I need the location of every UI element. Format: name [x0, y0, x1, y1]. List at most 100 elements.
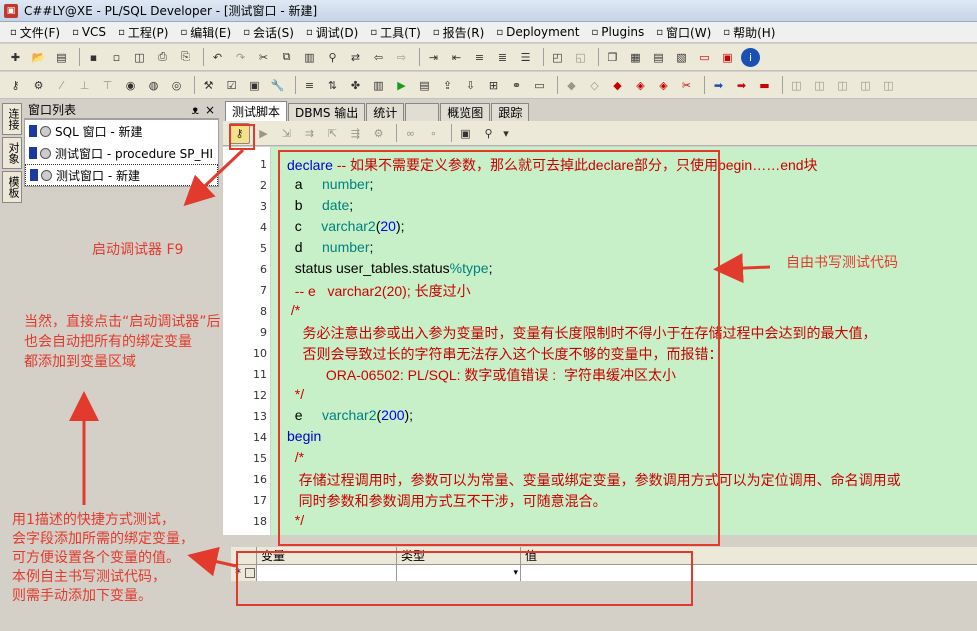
list-icon[interactable]: ≡: [300, 76, 319, 95]
find-icon[interactable]: ⚲: [323, 48, 342, 67]
paste-icon[interactable]: ▥: [300, 48, 319, 67]
step-into-icon[interactable]: ⇲: [277, 124, 296, 143]
menu-item-2[interactable]: ▫ 工程(P): [112, 22, 174, 43]
sort-icon[interactable]: ⇅: [323, 76, 342, 95]
import-icon[interactable]: ⇩: [461, 76, 480, 95]
menu-item-10[interactable]: ▫ 窗口(W): [650, 22, 717, 43]
layout2-icon[interactable]: ◫: [810, 76, 829, 95]
menu-item-1[interactable]: ▫ VCS: [66, 22, 112, 43]
save-as-icon[interactable]: ▫: [107, 48, 126, 67]
run-icon[interactable]: ▶: [392, 76, 411, 95]
key-icon[interactable]: ⚷: [6, 76, 25, 95]
menu-item-5[interactable]: ▫ 调试(D): [300, 22, 364, 43]
puzzle-icon[interactable]: ✤: [346, 76, 365, 95]
new-icon[interactable]: ✚: [6, 48, 25, 67]
unindent-icon[interactable]: ⇤: [447, 48, 466, 67]
cut-icon[interactable]: ✂: [254, 48, 273, 67]
print-icon[interactable]: ▤: [52, 48, 71, 67]
layout4-icon[interactable]: ◫: [856, 76, 875, 95]
stamp2-icon[interactable]: ⊤: [98, 76, 117, 95]
tile-icon[interactable]: ◱: [571, 48, 590, 67]
step-over-icon[interactable]: ⇉: [300, 124, 319, 143]
pin-icon[interactable]: ᴥ: [192, 103, 199, 117]
export-icon[interactable]: ⇪: [438, 76, 457, 95]
eraser-icon[interactable]: ◇: [585, 76, 604, 95]
wrench-icon[interactable]: 🔧: [268, 76, 287, 95]
wand-icon[interactable]: ⁄: [52, 76, 71, 95]
binoculars-icon[interactable]: ⚭: [507, 76, 526, 95]
menu-item-3[interactable]: ▫ 编辑(E): [174, 22, 237, 43]
execute-run-icon[interactable]: ▶: [254, 124, 273, 143]
menu-item-11[interactable]: ▫ 帮助(H): [717, 22, 781, 43]
open-icon[interactable]: 📂: [29, 48, 48, 67]
folder-icon[interactable]: ▤: [415, 76, 434, 95]
scissors-icon[interactable]: ✂: [677, 76, 696, 95]
tab-2[interactable]: 统计: [366, 103, 405, 121]
tab-1[interactable]: DBMS 输出: [288, 103, 366, 121]
menu-item-9[interactable]: ▫ Plugins: [586, 22, 651, 43]
indent-icon[interactable]: ⇥: [424, 48, 443, 67]
truck-icon[interactable]: ▬: [755, 76, 774, 95]
uncomment-icon[interactable]: ≣: [493, 48, 512, 67]
gear-icon[interactable]: ⚙: [29, 76, 48, 95]
layout3-icon[interactable]: ◫: [833, 76, 852, 95]
forward-icon[interactable]: ⇨: [392, 48, 411, 67]
menu-item-0[interactable]: ▫ 文件(F): [4, 22, 66, 43]
info-icon[interactable]: i: [741, 47, 760, 67]
back-icon[interactable]: ⇦: [369, 48, 388, 67]
save-icon[interactable]: ▪: [84, 48, 103, 67]
compile-icon[interactable]: ▣: [245, 76, 264, 95]
compare-icon[interactable]: ⊞: [484, 76, 503, 95]
red-tag-icon[interactable]: ◈: [654, 76, 673, 95]
close-icon[interactable]: ×: [205, 103, 215, 117]
replace-icon[interactable]: ⇄: [346, 48, 365, 67]
save-all-icon[interactable]: ◫: [130, 48, 149, 67]
arrow-right-blue-icon[interactable]: ➡: [709, 76, 728, 95]
tools-icon[interactable]: ⚒: [199, 76, 218, 95]
tag-icon[interactable]: ◈: [631, 76, 650, 95]
layout5-icon[interactable]: ◫: [879, 76, 898, 95]
tab-4[interactable]: 概览图: [440, 103, 491, 121]
screen-icon[interactable]: ▣: [456, 124, 475, 143]
window-list-item[interactable]: SQL 窗口 - 新建: [25, 120, 218, 142]
print-setup-icon[interactable]: ⎙: [153, 48, 172, 67]
tab-3[interactable]: [405, 103, 440, 121]
layout-icon[interactable]: ◫: [787, 76, 806, 95]
check-icon[interactable]: ☑: [222, 76, 241, 95]
menu-item-6[interactable]: ▫ 工具(T): [364, 22, 426, 43]
watch-icon[interactable]: ∘: [424, 124, 443, 143]
print-preview-icon[interactable]: ⎘: [176, 48, 195, 67]
pdf-icon[interactable]: ▣: [718, 48, 737, 67]
comment-icon[interactable]: ≡: [470, 48, 489, 67]
window-list-item[interactable]: 测试窗口 - procedure SP_HI: [25, 142, 218, 164]
side-tab-0[interactable]: 连接: [2, 103, 22, 135]
menu-item-4[interactable]: ▫ 会话(S): [237, 22, 300, 43]
menu-item-7[interactable]: ▫ 报告(R): [427, 22, 490, 43]
red-gem-icon[interactable]: ◆: [608, 76, 627, 95]
menu-item-8[interactable]: ▫ Deployment: [490, 22, 585, 43]
redo-icon[interactable]: ↷: [231, 48, 250, 67]
glasses-icon[interactable]: ∞: [401, 124, 420, 143]
side-tab-2[interactable]: 模板: [2, 171, 22, 203]
grid-icon[interactable]: ▦: [626, 48, 645, 67]
copy-icon[interactable]: ⧉: [277, 48, 296, 67]
commit-icon[interactable]: ◎: [167, 76, 186, 95]
sql-icon[interactable]: ◉: [121, 76, 140, 95]
oracle-icon[interactable]: ▭: [695, 48, 714, 67]
tab-0[interactable]: 测试脚本: [225, 101, 288, 121]
undo-icon[interactable]: ↶: [208, 48, 227, 67]
table-icon[interactable]: ▤: [649, 48, 668, 67]
run-to-exception-icon[interactable]: ⇶: [346, 124, 365, 143]
tab-5[interactable]: 跟踪: [491, 103, 530, 121]
search-icon[interactable]: ⚲: [479, 124, 498, 143]
stamp-icon[interactable]: ⊥: [75, 76, 94, 95]
clipboard-icon[interactable]: ▥: [369, 76, 388, 95]
side-tab-1[interactable]: 对象: [2, 137, 22, 169]
diamond-icon[interactable]: ◆: [562, 76, 581, 95]
window-icon[interactable]: ◰: [548, 48, 567, 67]
format-icon[interactable]: ☰: [516, 48, 535, 67]
window-list-item[interactable]: 测试窗口 - 新建: [25, 164, 218, 186]
monitor-icon[interactable]: ▭: [530, 76, 549, 95]
cascade-icon[interactable]: ❐: [603, 48, 622, 67]
doc-icon[interactable]: ▧: [672, 48, 691, 67]
